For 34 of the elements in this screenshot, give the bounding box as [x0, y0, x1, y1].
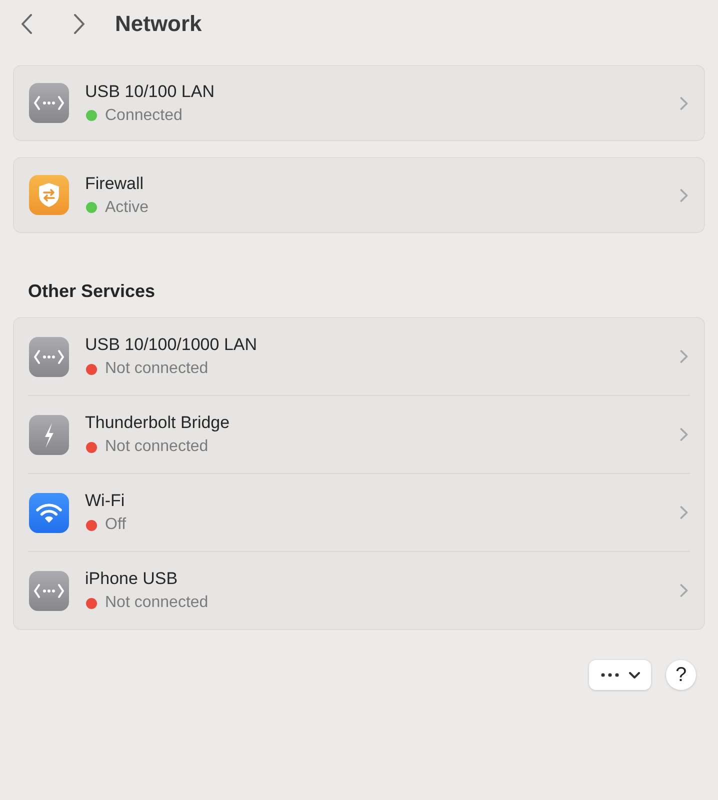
ethernet-icon	[29, 570, 69, 610]
status-text: Not connected	[105, 593, 208, 613]
status-text: Not connected	[105, 359, 208, 379]
lightning-bolt-icon	[29, 414, 69, 454]
more-menu-button[interactable]	[589, 660, 651, 690]
service-name: Thunderbolt Bridge	[85, 412, 231, 434]
help-button[interactable]: ?	[666, 660, 696, 690]
status-text: Not connected	[105, 437, 208, 457]
service-name: Firewall	[85, 172, 145, 194]
chevron-right-icon	[680, 428, 688, 441]
chevron-right-icon	[680, 350, 688, 363]
chevron-right-icon	[680, 188, 688, 202]
service-name: iPhone USB	[85, 568, 179, 590]
status-text: Active	[105, 198, 149, 218]
chevron-right-icon	[74, 14, 84, 34]
service-name: USB 10/100 LAN	[85, 80, 216, 102]
service-card[interactable]: USB 10/100 LAN Connected	[13, 65, 705, 141]
service-card[interactable]: Firewall Active	[13, 157, 705, 233]
wifi-icon	[29, 492, 69, 532]
chevron-right-icon	[680, 584, 688, 597]
ethernet-icon	[29, 336, 69, 376]
window-title: Network	[115, 10, 202, 38]
service-name: USB 10/100/1000 LAN	[85, 334, 258, 356]
service-name: Wi-Fi	[85, 490, 126, 512]
chevron-right-icon	[680, 506, 688, 519]
chevron-right-icon	[680, 96, 688, 110]
chevron-left-icon	[20, 14, 32, 34]
section-heading: Other Services	[28, 280, 156, 302]
status-text: Off	[105, 515, 126, 535]
chevron-down-icon	[628, 672, 640, 678]
ethernet-icon	[29, 83, 69, 123]
ellipsis-icon	[600, 673, 618, 677]
status-text: Connected	[105, 106, 182, 126]
shield-icon	[29, 175, 69, 215]
